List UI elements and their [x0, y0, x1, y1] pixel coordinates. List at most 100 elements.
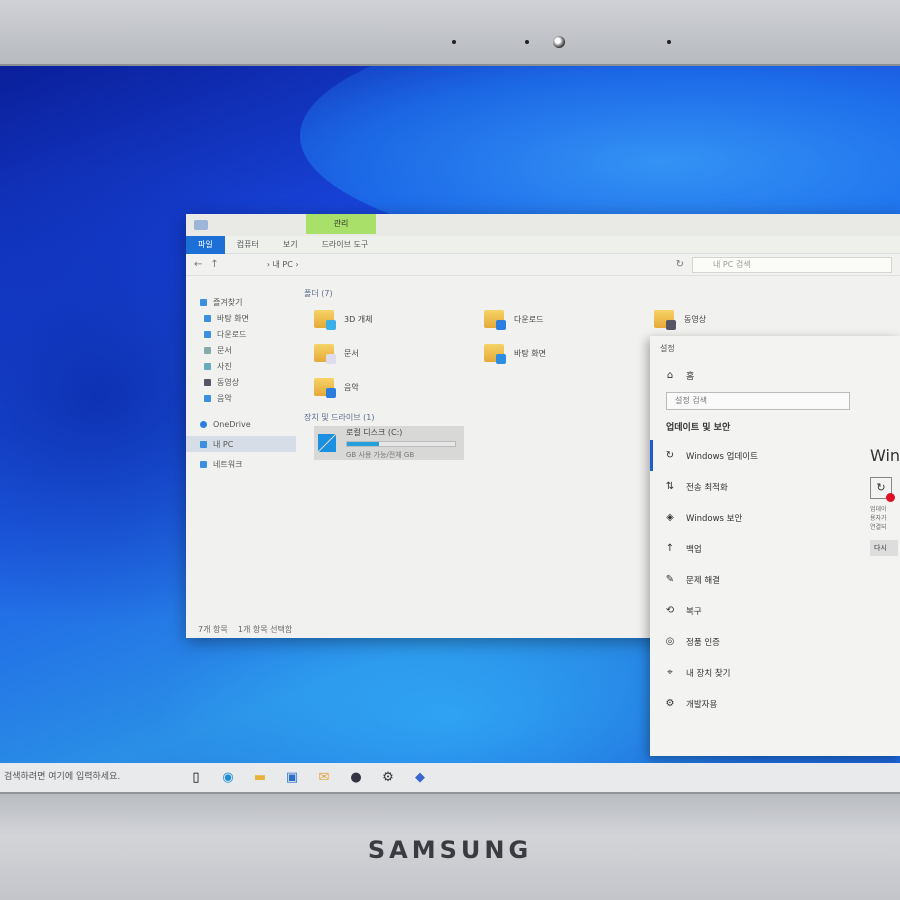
status-item-count: 7개 항목	[198, 625, 228, 634]
nav-network[interactable]: 네트워크	[186, 456, 296, 472]
taskbar-search-input[interactable]: 검색하려면 여기에 입력하세요.	[0, 763, 180, 792]
back-arrow-icon[interactable]: ←	[194, 259, 202, 270]
webcam	[553, 36, 565, 48]
folder-label: 동영상	[684, 314, 707, 324]
nav-label: 다운로드	[217, 329, 247, 339]
quick-access-icon[interactable]	[194, 220, 208, 230]
browser-icon[interactable]: ●	[340, 763, 372, 792]
refresh-icon[interactable]: ↻	[676, 259, 684, 270]
settings-item-label: 내 장치 찾기	[686, 668, 731, 679]
nav-label: 문서	[217, 345, 232, 355]
document-icon	[204, 346, 211, 354]
sync-icon: ↻	[665, 450, 675, 461]
nav-onedrive[interactable]: OneDrive	[186, 416, 296, 432]
drive-info: 로컬 디스크 (C:) GB 사용 가능/전체 GB	[346, 427, 456, 460]
store-icon[interactable]: ▣	[276, 763, 308, 792]
manage-tab[interactable]: 관리	[306, 214, 376, 234]
app-icon[interactable]: ◆	[404, 763, 436, 792]
settings-item-label: 백업	[686, 544, 702, 555]
nav-desktop[interactable]: 바탕 화면	[186, 310, 296, 326]
cloud-icon	[200, 420, 207, 428]
folders-header[interactable]: 폴더 (7)	[304, 286, 894, 302]
address-bar[interactable]: › 내 PC ›	[227, 259, 668, 270]
folder-item[interactable]: 바탕 화면	[484, 340, 654, 366]
nav-label: 사진	[217, 361, 232, 371]
nav-this-pc[interactable]: 내 PC	[186, 436, 296, 452]
settings-item-label: 문제 해결	[686, 575, 720, 586]
nav-label: 바탕 화면	[217, 313, 249, 323]
settings-item-label: Windows 업데이트	[686, 451, 758, 462]
settings-item[interactable]: ◎ 정품 인증	[650, 626, 900, 657]
folder-document-icon	[314, 344, 336, 364]
settings-item[interactable]: ⌖ 내 장치 찾기	[650, 657, 900, 688]
nav-label: 동영상	[217, 377, 240, 387]
ribbon-tabs: 파일 컴퓨터 보기 드라이브 도구	[186, 235, 900, 254]
update-status-text: 업데이 용자가 연결되	[870, 506, 887, 531]
folder-item[interactable]: 음악	[314, 374, 484, 400]
nav-pictures[interactable]: 사진	[186, 358, 296, 374]
title-bar: 관리	[186, 214, 900, 236]
taskbar: 검색하려면 여기에 입력하세요. ▯ ◉ ▬ ▣ ✉ ● ⚙ ◆	[0, 763, 900, 792]
tab-view[interactable]: 보기	[271, 236, 310, 254]
tab-computer[interactable]: 컴퓨터	[225, 236, 271, 254]
drive-name: 로컬 디스크 (C:)	[346, 427, 403, 437]
nav-videos[interactable]: 동영상	[186, 374, 296, 390]
settings-search-input[interactable]: 설정 검색	[666, 392, 850, 410]
tab-drive-tools[interactable]: 드라이브 도구	[310, 236, 381, 254]
folder-label: 다운로드	[514, 314, 544, 324]
nav-downloads[interactable]: 다운로드	[186, 326, 296, 342]
task-view-icon[interactable]: ▯	[180, 763, 212, 792]
drive-item[interactable]: 로컬 디스크 (C:) GB 사용 가능/전체 GB	[314, 426, 464, 460]
nav-quick-access[interactable]: 즐겨찾기	[186, 294, 296, 310]
settings-item[interactable]: ⇅ 전송 최적화	[650, 471, 900, 502]
home-icon: ⌂	[666, 369, 674, 381]
nav-music[interactable]: 음악	[186, 390, 296, 406]
retry-button[interactable]: 다시	[870, 540, 898, 556]
settings-icon[interactable]: ⚙	[372, 763, 404, 792]
settings-item[interactable]: ⟲ 복구	[650, 595, 900, 626]
picture-icon	[204, 362, 211, 370]
delivery-icon: ⇅	[665, 481, 675, 492]
update-heading: Win	[870, 446, 900, 465]
video-icon	[204, 378, 211, 386]
mail-icon[interactable]: ✉	[308, 763, 340, 792]
settings-item[interactable]: ◈ Windows 보안	[650, 502, 900, 533]
tab-file[interactable]: 파일	[186, 235, 225, 254]
nav-label: 즐겨찾기	[213, 297, 243, 307]
laptop-bezel-top	[0, 0, 900, 66]
nav-documents[interactable]: 문서	[186, 342, 296, 358]
sensor-dot	[452, 40, 456, 44]
folder-3d-icon	[314, 310, 336, 330]
settings-item[interactable]: ↑ 백업	[650, 533, 900, 564]
screen: 관리 파일 컴퓨터 보기 드라이브 도구 ← ↑ › 내 PC › ↻ 내 PC…	[0, 66, 900, 792]
folder-label: 음악	[344, 382, 359, 392]
download-icon	[204, 330, 211, 338]
nav-label: 내 PC	[213, 439, 234, 449]
folder-label: 3D 개체	[344, 314, 373, 324]
settings-home[interactable]: ⌂ 홈	[650, 362, 900, 388]
update-status-icon: ↻	[870, 477, 895, 502]
update-panel: Win ↻ 업데이 용자가 연결되 다시	[870, 446, 900, 556]
folder-label: 문서	[344, 348, 359, 358]
edge-icon[interactable]: ◉	[212, 763, 244, 792]
folder-item[interactable]: 3D 개체	[314, 306, 484, 332]
folder-item[interactable]: 문서	[314, 340, 484, 366]
settings-item-label: Windows 보안	[686, 513, 743, 524]
settings-item[interactable]: ✎ 문제 해결	[650, 564, 900, 595]
backup-icon: ↑	[665, 543, 675, 554]
settings-item[interactable]: ⚙ 개발자용	[650, 688, 900, 719]
file-explorer-icon[interactable]: ▬	[244, 763, 276, 792]
sensor-dot	[525, 40, 529, 44]
recovery-icon: ⟲	[665, 605, 675, 616]
up-arrow-icon[interactable]: ↑	[210, 259, 218, 270]
search-input[interactable]: 내 PC 검색	[692, 256, 892, 273]
brand-logo: SAMSUNG	[367, 836, 533, 864]
address-row: ← ↑ › 내 PC › ↻ 내 PC 검색	[186, 254, 900, 276]
settings-item-label: 복구	[686, 606, 702, 617]
nav-label: 네트워크	[213, 459, 243, 469]
folder-label: 바탕 화면	[514, 348, 546, 358]
folder-item[interactable]: 동영상	[654, 306, 824, 332]
folder-item[interactable]: 다운로드	[484, 306, 654, 332]
developer-icon: ⚙	[665, 698, 675, 709]
settings-item[interactable]: ↻ Windows 업데이트	[650, 440, 900, 471]
